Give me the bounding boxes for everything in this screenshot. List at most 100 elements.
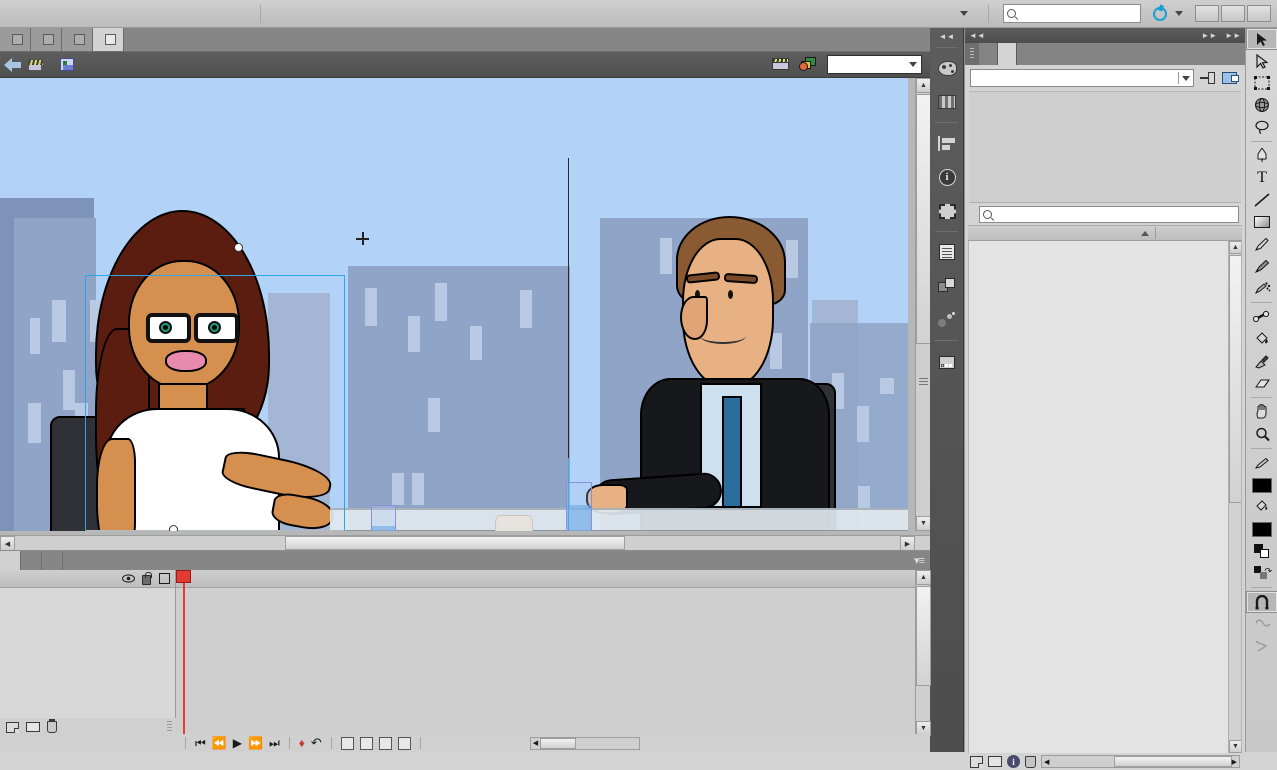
library-item-list[interactable]: ▲ ▼: [968, 241, 1242, 753]
library-search-input[interactable]: [979, 205, 1239, 223]
motion-presets-icon[interactable]: [930, 303, 964, 337]
doc-tab-int04gr[interactable]: [93, 28, 124, 51]
properties-icon[interactable]: i: [1007, 755, 1020, 768]
subselection-tool[interactable]: [1246, 50, 1277, 72]
timeline-vertical-scrollbar[interactable]: ▲ ▼: [915, 570, 931, 736]
restore-button[interactable]: [1221, 5, 1245, 22]
step-forward-button[interactable]: ⏩: [248, 736, 263, 750]
bone-tool[interactable]: [1246, 306, 1277, 328]
stage-vertical-scrollbar[interactable]: ▲ ▼: [915, 78, 931, 531]
new-folder-icon-timeline[interactable]: [26, 722, 40, 732]
eraser-tool[interactable]: [1246, 372, 1277, 394]
panel-drag-grip[interactable]: [965, 43, 979, 65]
eye-icon[interactable]: [119, 574, 137, 583]
doc-tab-cv01[interactable]: [0, 28, 31, 51]
search-input[interactable]: [1003, 4, 1141, 23]
rectangle-tool[interactable]: [1246, 211, 1277, 233]
library-scroll-up-icon[interactable]: ▲: [1229, 241, 1241, 254]
new-library-panel-icon[interactable]: [1222, 70, 1240, 86]
fill-color-bucket-icon[interactable]: [1246, 496, 1277, 518]
tab-properties[interactable]: [979, 43, 998, 65]
3d-rotation-tool[interactable]: [1246, 94, 1277, 116]
search-field[interactable]: [1016, 7, 1128, 20]
menu-file[interactable]: [34, 0, 54, 28]
go-to-first-frame-button[interactable]: ⏮: [195, 736, 206, 751]
stage-canvas[interactable]: [0, 78, 908, 531]
timeline-resize-grip[interactable]: [167, 721, 172, 733]
dock-expand-icon-2[interactable]: ►►: [1225, 31, 1241, 40]
straighten-option-icon[interactable]: [1246, 635, 1277, 657]
loop-button[interactable]: ↶: [311, 735, 322, 751]
lasso-tool[interactable]: [1246, 116, 1277, 138]
new-symbol-icon[interactable]: [970, 755, 983, 768]
frame-ruler[interactable]: [176, 570, 915, 588]
color-icon[interactable]: [930, 51, 964, 85]
swatches-icon[interactable]: [930, 85, 964, 119]
lock-icon[interactable]: [137, 571, 155, 585]
modify-onion-markers-button[interactable]: [397, 736, 411, 750]
hand-tool[interactable]: [1246, 401, 1277, 423]
workspace-switcher[interactable]: [948, 11, 974, 16]
selection-tool[interactable]: [1246, 28, 1277, 50]
tab-output[interactable]: [21, 551, 42, 570]
menu-edit[interactable]: [54, 0, 74, 28]
doc-tab-cv02[interactable]: [31, 28, 62, 51]
library-search-field[interactable]: [992, 208, 1107, 220]
zoom-level-select[interactable]: [827, 55, 922, 74]
close-icon[interactable]: [12, 34, 23, 45]
brush-tool[interactable]: [1246, 255, 1277, 277]
menu-insert[interactable]: [94, 0, 114, 28]
delete-icon[interactable]: [1025, 755, 1036, 768]
menu-commands[interactable]: [154, 0, 174, 28]
close-icon[interactable]: [105, 34, 116, 45]
stroke-color-pencil-icon[interactable]: [1246, 452, 1277, 474]
dock-collapse-icon[interactable]: ◄◄: [969, 31, 985, 40]
edit-symbols-icon[interactable]: [799, 56, 821, 74]
play-button[interactable]: ▶: [233, 736, 242, 750]
info-icon[interactable]: i: [930, 160, 964, 194]
swap-colors-icon[interactable]: ↷: [1246, 562, 1277, 584]
onion-skin-button[interactable]: [340, 736, 354, 750]
tab-library[interactable]: [998, 43, 1017, 65]
cs-live-button[interactable]: [1149, 6, 1187, 21]
snap-to-objects-icon[interactable]: [1246, 591, 1277, 613]
menu-window[interactable]: [214, 0, 234, 28]
menu-debug[interactable]: [194, 0, 214, 28]
menu-view[interactable]: [74, 0, 94, 28]
library-horizontal-scrollbar[interactable]: ◀ ▶: [1041, 755, 1240, 768]
doc-tab-cv02gr[interactable]: [62, 28, 93, 51]
lib-hscroll-thumb[interactable]: [1113, 756, 1232, 767]
stage-horizontal-scrollbar[interactable]: ◀ ▶: [0, 535, 930, 551]
close-icon[interactable]: [74, 34, 85, 45]
lib-hscroll-right-icon[interactable]: ▶: [1232, 758, 1239, 766]
menu-modify[interactable]: [114, 0, 134, 28]
pen-tool[interactable]: [1246, 145, 1277, 167]
menu-control[interactable]: [174, 0, 194, 28]
playhead[interactable]: [176, 570, 191, 583]
spray-brush-tool[interactable]: [1246, 277, 1277, 299]
dock-expand-icon[interactable]: ►►: [1201, 31, 1217, 40]
center-frame-button[interactable]: ♦: [299, 736, 305, 750]
library-scroll-down-icon[interactable]: ▼: [1229, 740, 1241, 753]
library-vertical-scrollbar[interactable]: ▲ ▼: [1228, 241, 1241, 753]
paint-bucket-tool[interactable]: [1246, 328, 1277, 350]
tab-motion-editor[interactable]: [42, 551, 63, 570]
free-transform-tool[interactable]: [1246, 72, 1277, 94]
scroll-down-arrow-icon[interactable]: ▼: [916, 516, 931, 531]
timeline-options-menu-icon[interactable]: ▾≡: [914, 554, 925, 567]
components-icon[interactable]: [930, 269, 964, 303]
eyedropper-tool[interactable]: [1246, 350, 1277, 372]
zoom-tool[interactable]: [1246, 423, 1277, 445]
back-arrow-icon[interactable]: [4, 57, 22, 72]
scroll-left-arrow-icon[interactable]: ◀: [0, 536, 15, 551]
tab-timeline[interactable]: [0, 551, 21, 570]
tl-hscroll-left-icon[interactable]: ◀: [531, 739, 540, 747]
smooth-option-icon[interactable]: [1246, 613, 1277, 635]
library-document-select[interactable]: [970, 69, 1194, 87]
minimize-button[interactable]: [1195, 5, 1219, 22]
new-layer-icon[interactable]: [6, 721, 19, 733]
outline-icon[interactable]: [155, 573, 173, 584]
timeline-scroll-thumb[interactable]: [916, 586, 931, 686]
pencil-tool[interactable]: [1246, 233, 1277, 255]
text-tool[interactable]: T: [1246, 167, 1277, 189]
